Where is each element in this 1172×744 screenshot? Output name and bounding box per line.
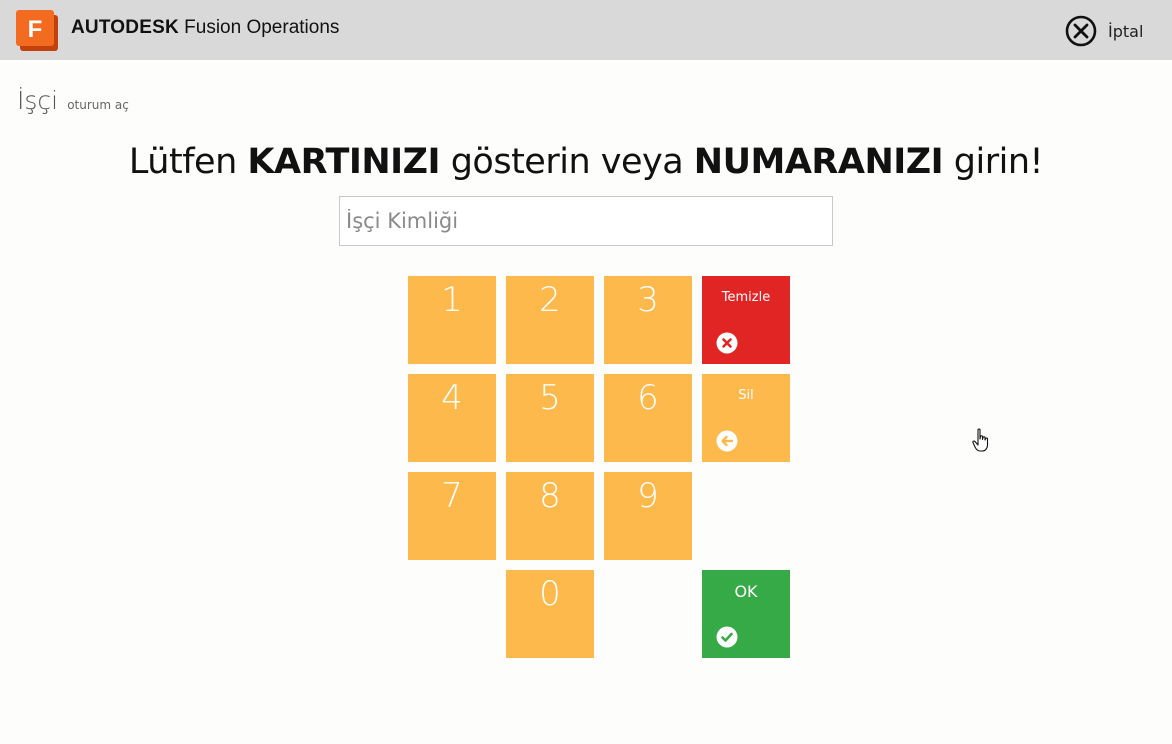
key-5-label: 5	[539, 378, 561, 418]
key-2-label: 2	[539, 280, 561, 320]
key-1[interactable]: 1	[408, 276, 496, 364]
worker-id-input[interactable]	[339, 196, 833, 246]
cancel-button[interactable]: İptal	[1064, 14, 1143, 48]
ok-label: OK	[734, 582, 758, 601]
key-6-label: 6	[637, 378, 659, 418]
page-title-sub: oturum aç	[67, 98, 129, 112]
brand-product: Fusion Operations	[184, 17, 340, 38]
top-bar: F AUTODESK Fusion Operations İptal	[0, 0, 1172, 60]
fusion-logo-icon: F	[16, 10, 58, 51]
logo-letter: F	[28, 16, 43, 43]
check-circle-icon	[716, 626, 738, 648]
delete-button[interactable]: Sil	[702, 374, 790, 462]
arrow-left-circle-icon	[716, 430, 738, 452]
key-7-label: 7	[441, 476, 463, 516]
key-1-label: 1	[441, 280, 463, 320]
delete-label: Sil	[738, 388, 754, 403]
key-5[interactable]: 5	[506, 374, 594, 462]
clear-label: Temizle	[721, 290, 771, 305]
prompt-bold1: KARTINIZI	[247, 142, 441, 182]
key-4[interactable]: 4	[408, 374, 496, 462]
prompt-bold2: NUMARANIZI	[693, 142, 944, 182]
close-circle-icon	[1065, 15, 1097, 47]
brand-autodesk: AUTODESK	[71, 17, 179, 38]
key-4-label: 4	[441, 378, 463, 418]
page-title: İşçi oturum aç	[17, 86, 129, 115]
key-3[interactable]: 3	[604, 276, 692, 364]
clear-button[interactable]: Temizle	[702, 276, 790, 364]
key-0-label: 0	[539, 574, 561, 614]
key-2[interactable]: 2	[506, 276, 594, 364]
hand-pointer-cursor-icon	[972, 428, 989, 452]
ok-button[interactable]: OK	[702, 570, 790, 658]
key-9[interactable]: 9	[604, 472, 692, 560]
key-8[interactable]: 8	[506, 472, 594, 560]
prompt-part3: girin!	[943, 142, 1044, 182]
key-8-label: 8	[539, 476, 561, 516]
clear-x-circle-icon	[716, 332, 738, 354]
key-7[interactable]: 7	[408, 472, 496, 560]
instruction-heading: Lütfen KARTINIZI gösterin veya NUMARANIZ…	[0, 142, 1172, 182]
prompt-part2: gösterin veya	[440, 142, 694, 182]
cancel-label: İptal	[1108, 21, 1144, 41]
key-6[interactable]: 6	[604, 374, 692, 462]
key-9-label: 9	[637, 476, 659, 516]
brand-title: AUTODESK Fusion Operations	[71, 15, 339, 41]
key-0[interactable]: 0	[506, 570, 594, 658]
page-title-main: İşçi	[17, 86, 59, 115]
key-3-label: 3	[637, 280, 659, 320]
prompt-part1: Lütfen	[128, 142, 248, 182]
